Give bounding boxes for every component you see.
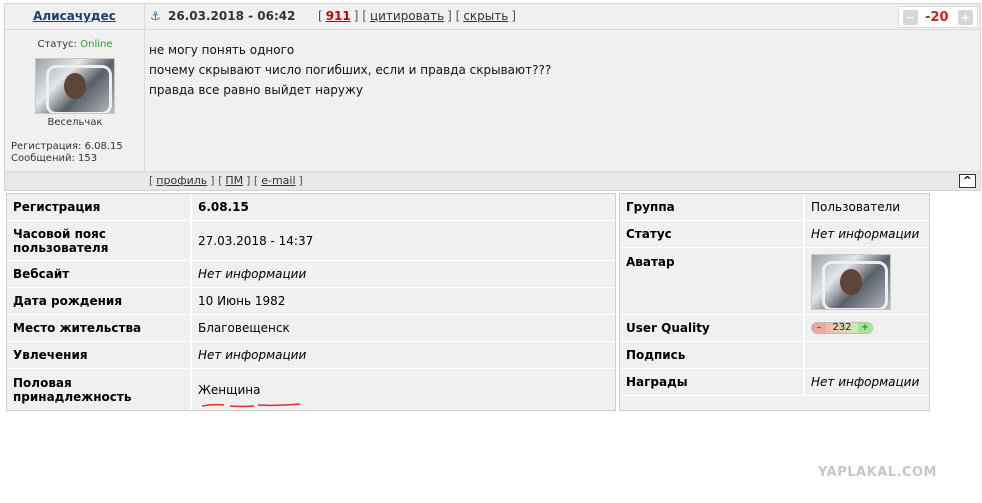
profile-value: Благовещенск <box>190 315 615 341</box>
profile-link[interactable]: профиль <box>156 174 207 187</box>
profile-row: Группа Пользователи <box>620 194 929 221</box>
post-footer: [профиль] [ПМ] [e-mail] ^ <box>5 171 980 190</box>
profile-value: 6.08.15 <box>190 194 615 220</box>
profile-key: Увлечения <box>13 348 88 362</box>
post-meta: ⚓ 26.03.2018 - 06:42 <box>150 9 295 23</box>
author-cell: Алисачудес <box>5 4 145 30</box>
avatar[interactable] <box>35 58 115 114</box>
quality-down-icon[interactable]: – <box>812 323 826 333</box>
vote-down-icon[interactable]: − <box>903 10 918 25</box>
post-datetime: 26.03.2018 - 06:42 <box>168 9 296 23</box>
post-line: почему скрывают число погибших, если и п… <box>149 63 552 77</box>
profile-row: Подпись <box>620 342 929 369</box>
pm-link[interactable]: ПМ <box>225 174 243 187</box>
profile-row: Увлечения Нет информации <box>7 342 615 369</box>
profile-value <box>803 248 929 314</box>
profile-row: Регистрация 6.08.15 <box>7 194 615 221</box>
forum-post: Алисачудес ⚓ 26.03.2018 - 06:42 [911] [ци… <box>4 3 981 191</box>
profile-key: Дата рождения <box>13 294 123 308</box>
author-name-link[interactable]: Алисачудес <box>33 9 116 23</box>
profile-row: Часовой пояс пользователя 27.03.2018 - 1… <box>7 221 615 261</box>
profile-value: – 232 + <box>803 315 929 341</box>
user-rank: Весельчак <box>47 117 103 128</box>
red-underline-mark <box>202 403 301 408</box>
scroll-top-button[interactable]: ^ <box>958 174 976 188</box>
profile-info-table: Регистрация 6.08.15 Часовой пояс пользов… <box>6 193 616 411</box>
profile-key: Часовой пояс пользователя <box>13 226 109 255</box>
profile-key: Место жительства <box>13 321 142 335</box>
site-watermark: YAPLAKAL.COM <box>818 465 937 480</box>
post-body: не могу понять одного почему скрывают чи… <box>146 31 980 171</box>
profile-value: Нет информации <box>190 342 615 368</box>
reply-count-link[interactable]: 911 <box>326 9 351 23</box>
post-actions: [911] [цитировать] [скрыть] <box>318 9 517 23</box>
email-link[interactable]: e-mail <box>261 174 295 187</box>
profile-key: Аватар <box>626 255 675 269</box>
status-value: Online <box>80 39 113 50</box>
footer-links: [профиль] [ПМ] [e-mail] <box>149 174 303 187</box>
profile-row: Вебсайт Нет информации <box>7 261 615 288</box>
profile-row: Половая принадлежность Женщина <box>7 369 615 410</box>
message-count: Сообщений: 153 <box>11 153 98 164</box>
profile-value: Пользователи <box>803 194 929 220</box>
quality-value: 232 <box>826 323 858 333</box>
profile-key: Статус <box>626 227 672 241</box>
profile-row: Дата рождения 10 Июнь 1982 <box>7 288 615 315</box>
hide-link[interactable]: скрыть <box>463 9 508 23</box>
quote-link[interactable]: цитировать <box>370 9 444 23</box>
user-status: Статус: Online <box>5 39 145 50</box>
profile-value: Нет информации <box>803 221 929 247</box>
registration-info: Регистрация: 6.08.15 Сообщений: 153 <box>11 141 123 165</box>
profile-key: User Quality <box>626 321 710 335</box>
rating-value: -20 <box>925 10 949 25</box>
post-line: правда все равно выйдет наружу <box>149 83 363 97</box>
profile-row: User Quality – 232 + <box>620 315 929 342</box>
anchor-icon[interactable]: ⚓ <box>150 9 164 23</box>
post-line: не могу понять одного <box>149 43 295 57</box>
quality-up-icon[interactable]: + <box>858 323 872 333</box>
vote-up-icon[interactable]: + <box>958 10 973 25</box>
profile-value <box>803 342 929 368</box>
avatar[interactable] <box>811 254 891 310</box>
profile-key: Подпись <box>626 348 686 362</box>
profile-value: Женщина <box>190 369 615 410</box>
profile-row: Статус Нет информации <box>620 221 929 248</box>
registration-date: Регистрация: 6.08.15 <box>11 141 123 152</box>
profile-row: Место жительства Благовещенск <box>7 315 615 342</box>
profile-row: Аватар <box>620 248 929 315</box>
profile-extra-table: Группа Пользователи Статус Нет информаци… <box>619 193 930 411</box>
profile-key: Награды <box>626 375 688 389</box>
gender-value: Женщина <box>198 382 261 397</box>
profile-key: Группа <box>626 200 675 214</box>
profile-key: Половая принадлежность <box>13 375 132 404</box>
profile-row: Награды Нет информации <box>620 369 929 396</box>
profile-value: 10 Июнь 1982 <box>190 288 615 314</box>
post-rating: − -20 + <box>898 6 978 28</box>
profile-key: Регистрация <box>13 200 101 214</box>
profile-value: 27.03.2018 - 14:37 <box>190 221 615 260</box>
profile-value: Нет информации <box>803 369 929 395</box>
author-sidebar: Статус: Online Весельчак Регистрация: 6.… <box>5 31 145 171</box>
user-quality-bar: – 232 + <box>811 322 873 334</box>
profile-value: Нет информации <box>190 261 615 287</box>
profile-key: Вебсайт <box>13 267 70 281</box>
post-header: Алисачудес ⚓ 26.03.2018 - 06:42 [911] [ци… <box>5 4 980 30</box>
status-label: Статус: <box>37 39 78 50</box>
